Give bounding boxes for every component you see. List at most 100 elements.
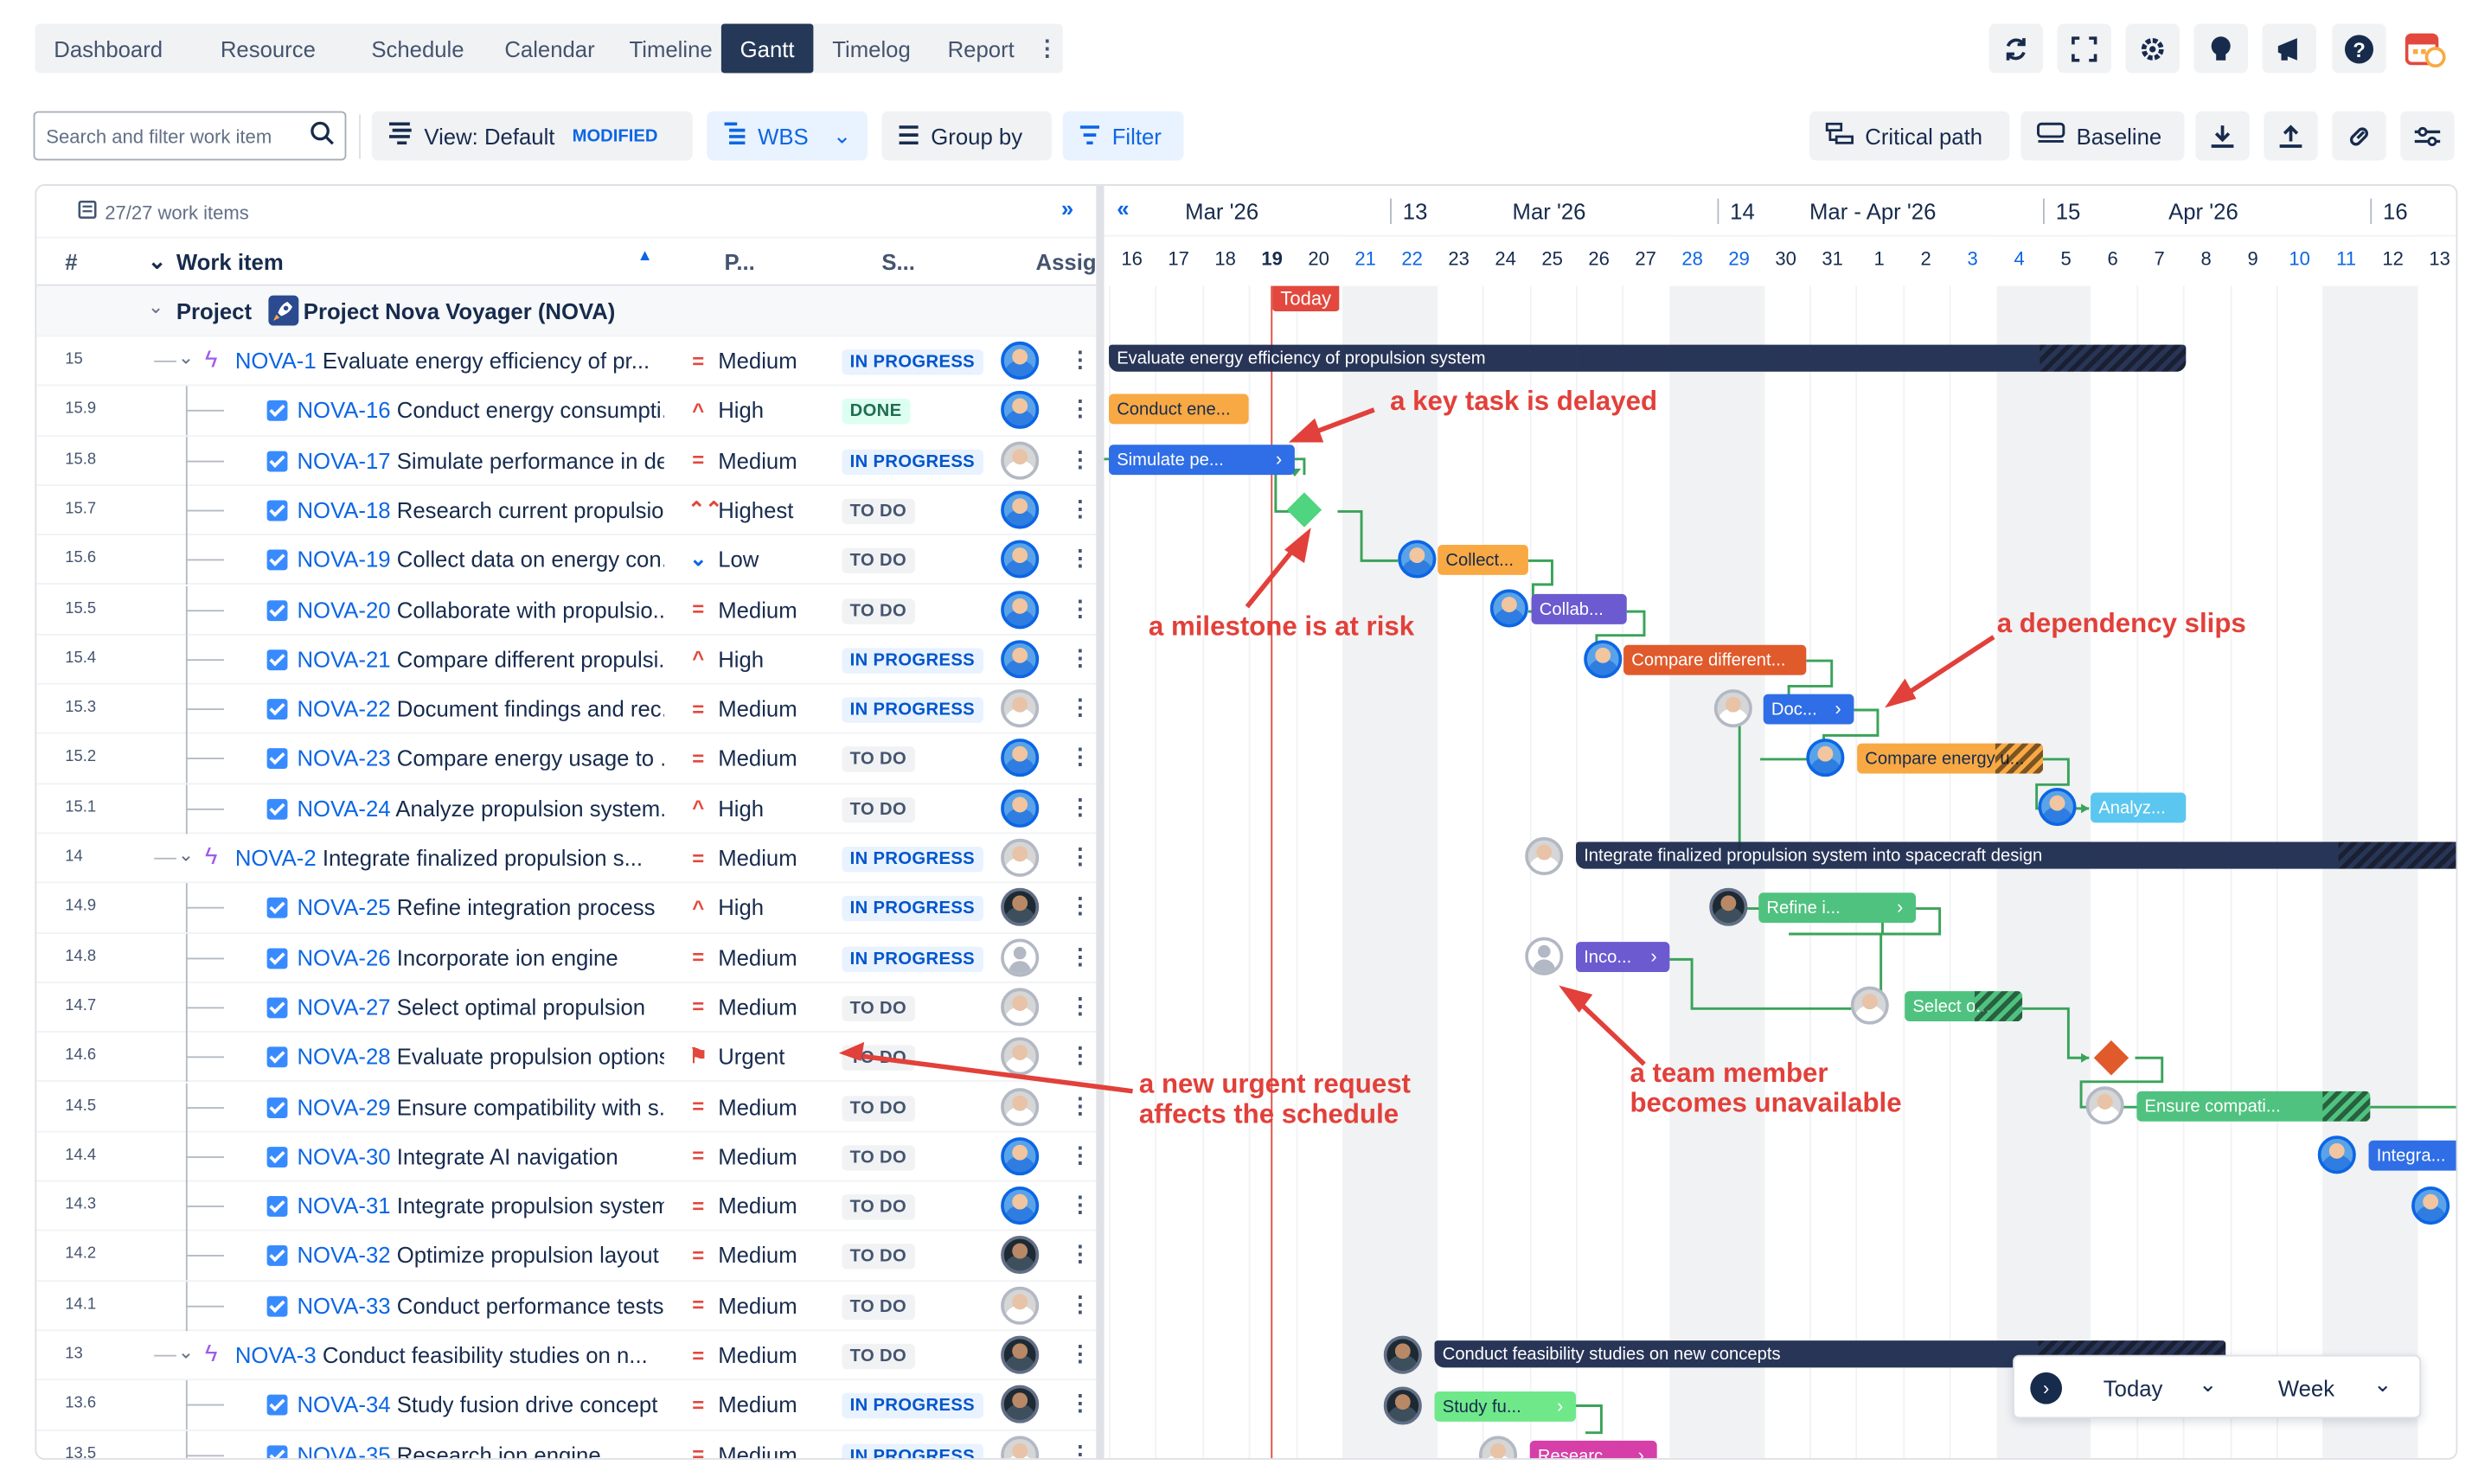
status-badge[interactable]: TO DO [842, 1343, 915, 1370]
sort-up-icon[interactable]: ▲ [637, 248, 653, 265]
avatar[interactable] [1001, 1335, 1040, 1374]
work-item-cell[interactable]: NOVA-33 Conduct performance tests [266, 1292, 664, 1318]
work-item-key[interactable]: NOVA-20 [297, 597, 390, 622]
chevron-down-icon[interactable]: ⌄ [2199, 1371, 2218, 1398]
work-item-title[interactable]: Document findings and rec... [397, 696, 664, 721]
status-badge[interactable]: IN PROGRESS [842, 945, 983, 972]
more-actions-icon[interactable]: ⋮ [1069, 595, 1092, 622]
status-badge[interactable]: TO DO [842, 598, 915, 624]
avatar[interactable] [1001, 1286, 1040, 1325]
chevron-down-icon[interactable]: ⌄ [178, 1340, 194, 1363]
status-badge[interactable]: TO DO [842, 995, 915, 1021]
panel-splitter[interactable] [1096, 185, 1105, 1459]
link-icon[interactable] [2332, 111, 2386, 161]
work-item-title[interactable]: Research ion engine [397, 1442, 601, 1458]
work-item-title[interactable]: Evaluate energy efficiency of pr... [323, 348, 650, 373]
table-row[interactable]: 15 ⌄ ϟ NOVA-1 Evaluate energy efficiency of… [36, 336, 1097, 387]
table-row[interactable]: 14.7 NOVA-27 Select optimal propulsion = Me… [36, 982, 1097, 1033]
work-item-title[interactable]: Incorporate ion engine [397, 944, 618, 969]
status-badge[interactable]: TO DO [842, 548, 915, 574]
table-row[interactable]: 14.4 NOVA-30 Integrate AI navigation = Medi… [36, 1132, 1097, 1182]
work-item-cell[interactable]: NOVA-2 Integrate finalized propulsion s.… [235, 845, 664, 870]
wbs-selector[interactable]: WBS ⌄ [707, 111, 868, 161]
work-item-title[interactable]: Research current propulsio... [397, 497, 664, 522]
work-item-title[interactable]: Conduct energy consumpti... [397, 398, 664, 423]
tab-timelog[interactable]: Timelog [813, 24, 931, 74]
avatar[interactable] [1001, 490, 1040, 529]
priority-cell[interactable]: = Medium [688, 1391, 797, 1417]
work-item-cell[interactable]: NOVA-21 Compare different propulsi... [266, 646, 664, 672]
table-row[interactable]: 14.8 NOVA-26 Incorporate ion engine = Mediu… [36, 933, 1097, 983]
table-row[interactable]: 14.3 NOVA-31 Integrate propulsion system =… [36, 1181, 1097, 1232]
status-badge[interactable]: IN PROGRESS [842, 697, 983, 723]
work-item-title[interactable]: Collaborate with propulsio... [397, 597, 664, 622]
avatar[interactable] [1001, 988, 1040, 1027]
avatar[interactable] [1001, 1136, 1040, 1175]
status-badge[interactable]: IN PROGRESS [842, 1393, 983, 1419]
chevron-down-icon[interactable]: ⌄ [148, 296, 163, 318]
work-item-title[interactable]: Evaluate propulsion options [397, 1044, 664, 1069]
chevron-down-icon[interactable]: ⌄ [178, 346, 194, 368]
tab-gantt[interactable]: Gantt [721, 23, 813, 74]
priority-cell[interactable]: = Medium [688, 1292, 797, 1317]
avatar[interactable] [1001, 440, 1040, 479]
avatar[interactable] [1001, 1037, 1040, 1076]
work-item-cell[interactable]: NOVA-18 Research current propulsio... [266, 497, 664, 522]
avatar[interactable] [1001, 789, 1040, 828]
critical-path-button[interactable]: Critical path [1809, 111, 2010, 161]
work-item-title[interactable]: Optimize propulsion layout [397, 1243, 659, 1268]
download-icon[interactable] [2195, 111, 2250, 161]
more-actions-icon[interactable]: ⋮ [1069, 1192, 1092, 1219]
avatar[interactable] [1001, 838, 1040, 877]
work-item-key[interactable]: NOVA-26 [297, 944, 390, 969]
work-item-key[interactable]: NOVA-27 [297, 995, 390, 1020]
work-item-title[interactable]: Select optimal propulsion [397, 995, 645, 1020]
priority-cell[interactable]: = Medium [688, 1193, 797, 1219]
table-row[interactable]: 15.4 NOVA-21 Compare different propulsi..… [36, 635, 1097, 685]
more-actions-icon[interactable]: ⋮ [1069, 893, 1092, 920]
table-row[interactable]: 15.6 NOVA-19 Collect data on energy con..… [36, 535, 1097, 585]
avatar[interactable] [1001, 888, 1040, 927]
status-badge[interactable]: IN PROGRESS [842, 449, 983, 475]
work-item-title[interactable]: Study fusion drive concept [397, 1391, 658, 1417]
work-item-title[interactable]: Analyze propulsion system... [395, 796, 663, 821]
more-actions-icon[interactable]: ⋮ [1069, 545, 1092, 572]
work-item-key[interactable]: NOVA-16 [297, 398, 390, 423]
avatar[interactable] [1001, 341, 1040, 380]
upload-icon[interactable] [2264, 111, 2318, 161]
work-item-title[interactable]: Integrate AI navigation [397, 1143, 618, 1168]
priority-cell[interactable]: = Medium [688, 1094, 797, 1119]
work-item-key[interactable]: NOVA-23 [297, 745, 390, 771]
more-actions-icon[interactable]: ⋮ [1069, 396, 1092, 423]
more-actions-icon[interactable]: ⋮ [1069, 1291, 1092, 1318]
work-item-key[interactable]: NOVA-33 [297, 1292, 390, 1317]
table-row[interactable]: 14.2 NOVA-32 Optimize propulsion layout = M… [36, 1231, 1097, 1282]
work-item-key[interactable]: NOVA-31 [297, 1193, 390, 1219]
chevron-down-icon[interactable]: ⌄ [178, 843, 194, 866]
avatar[interactable] [1001, 639, 1040, 678]
table-row[interactable]: 15.2 NOVA-23 Compare energy usage to ... =… [36, 734, 1097, 784]
table-row[interactable]: 14.5 NOVA-29 Ensure compatibility with s.… [36, 1082, 1097, 1133]
work-item-title[interactable]: Simulate performance in de... [397, 447, 664, 472]
today-button[interactable]: Today [2104, 1376, 2163, 1401]
status-badge[interactable]: IN PROGRESS [842, 896, 983, 922]
work-item-title[interactable]: Conduct feasibility studies on n... [323, 1342, 648, 1367]
work-item-key[interactable]: NOVA-35 [297, 1442, 390, 1458]
priority-cell[interactable]: ⌄ Low [688, 547, 759, 572]
collapse-right-icon[interactable]: » [1061, 195, 1073, 221]
tab-dashboard[interactable]: Dashboard [36, 24, 180, 74]
work-item-key[interactable]: NOVA-28 [297, 1044, 390, 1069]
more-actions-icon[interactable]: ⋮ [1069, 1241, 1092, 1268]
col-status[interactable]: S... [881, 249, 915, 274]
work-item-cell[interactable]: NOVA-3 Conduct feasibility studies on n.… [235, 1342, 664, 1367]
more-actions-icon[interactable]: ⋮ [1069, 644, 1092, 671]
calendar-app-icon[interactable] [2405, 30, 2447, 76]
status-badge[interactable]: TO DO [842, 1144, 915, 1171]
table-row[interactable]: 14.9 NOVA-25 Refine integration process ^ H… [36, 883, 1097, 934]
priority-cell[interactable]: = Medium [688, 1442, 797, 1458]
table-row[interactable]: 15.3 NOVA-22 Document findings and rec...… [36, 684, 1097, 735]
work-item-title[interactable]: Refine integration process [397, 895, 656, 920]
table-row[interactable]: 13.5 NOVA-35 Research ion engine = Medium IN… [36, 1430, 1096, 1459]
work-item-cell[interactable]: NOVA-25 Refine integration process [266, 895, 664, 920]
work-item-key[interactable]: NOVA-18 [297, 497, 390, 522]
